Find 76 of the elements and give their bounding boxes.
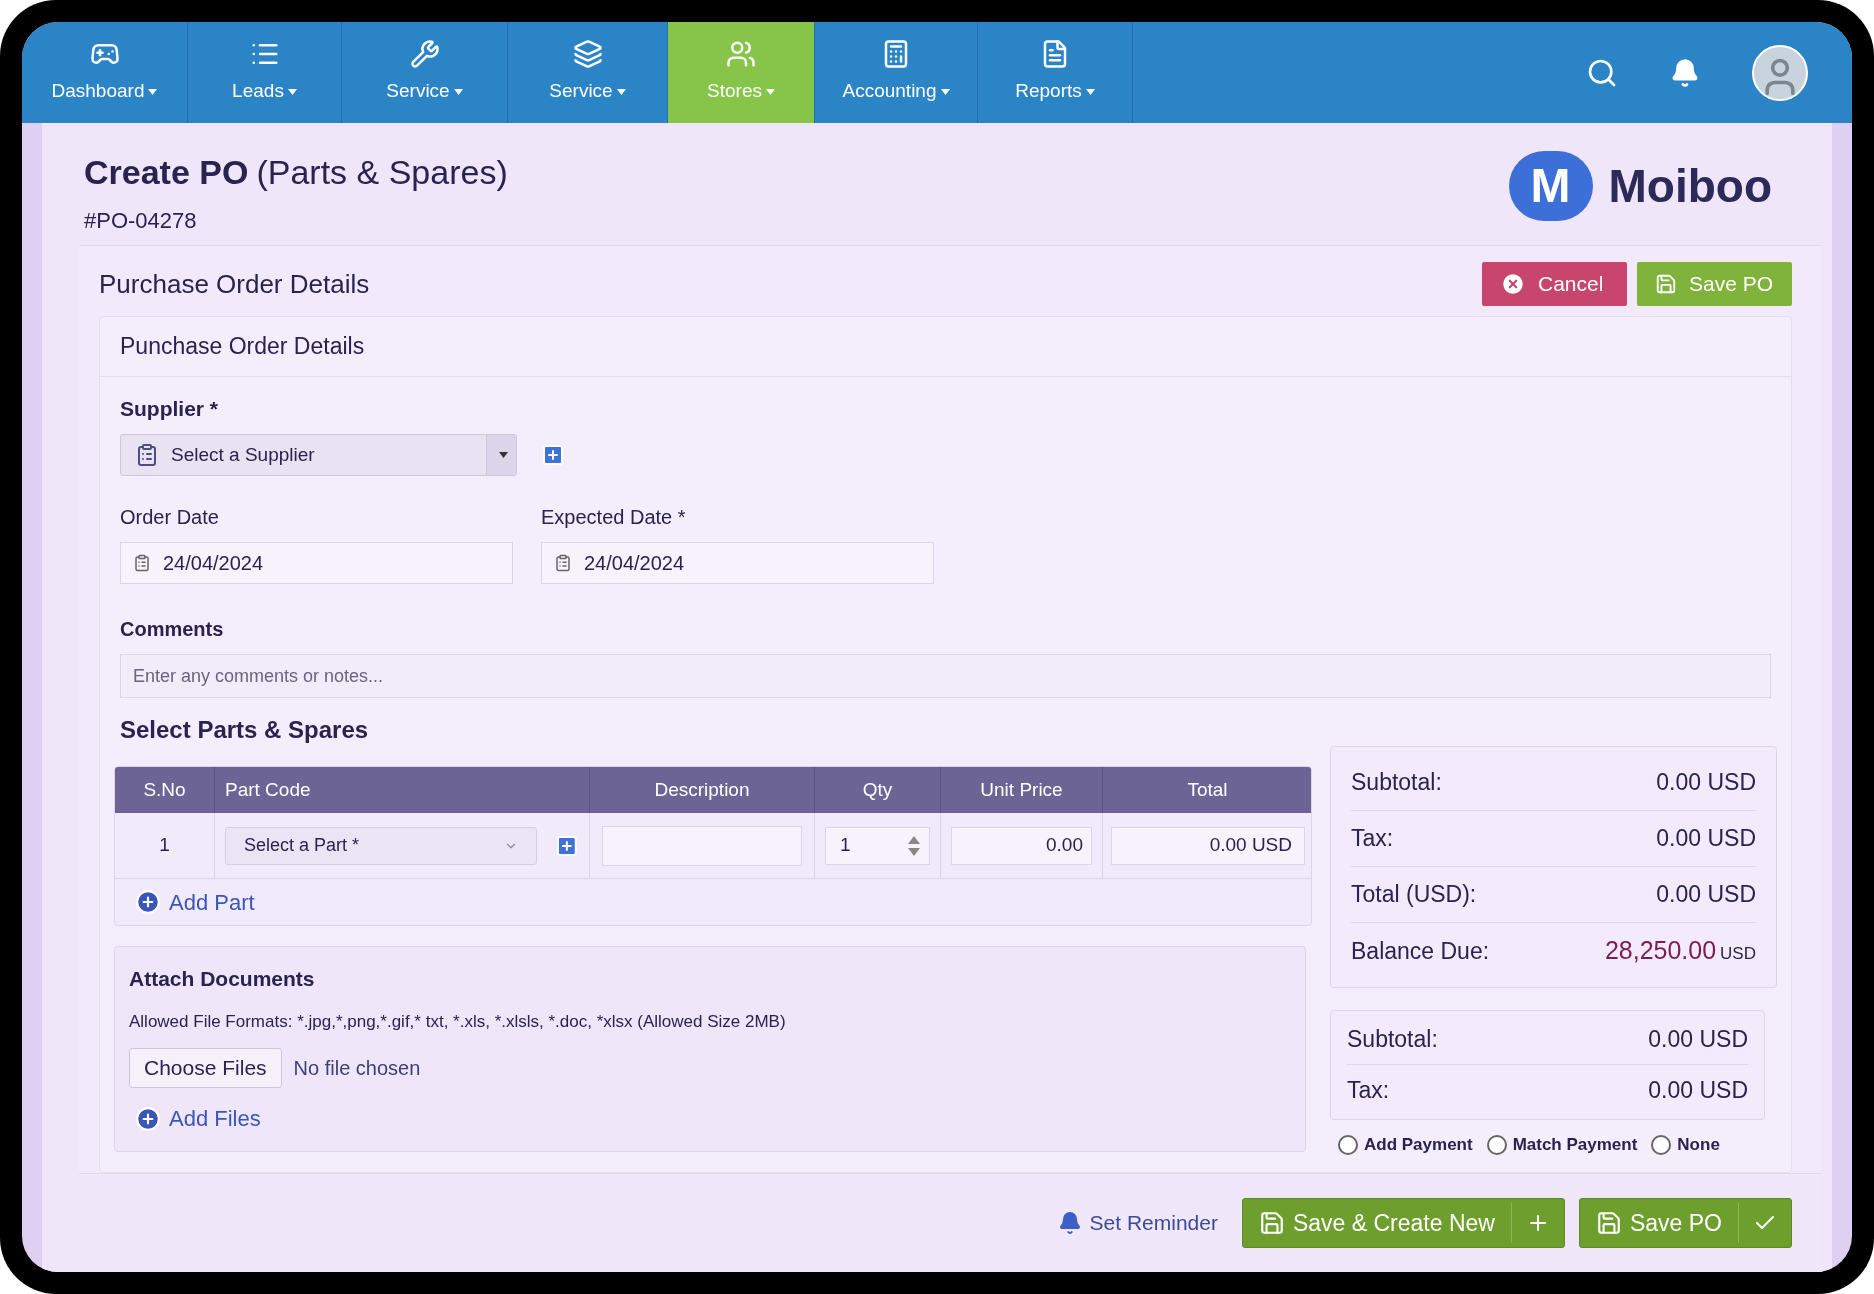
panel-title: Purchase Order Details (99, 267, 370, 301)
add-icon[interactable] (541, 443, 565, 467)
total-label: Subtotal: (1351, 768, 1442, 798)
total-field[interactable]: 0.00 USD (1111, 826, 1305, 865)
part-select[interactable]: Select a Part * (225, 826, 538, 865)
date-field[interactable]: 24/04/2024 (541, 542, 934, 584)
column-header: Description (590, 767, 815, 813)
page-subtitle: (Parts & Spares) (256, 152, 508, 193)
total-label: Subtotal: (1347, 1025, 1438, 1055)
payment-radio[interactable]: Match Payment (1486, 1132, 1638, 1158)
total-value: 0.00 USD (1648, 1075, 1748, 1105)
wrench-icon (409, 39, 440, 70)
total-value: 0.00 USD (1656, 880, 1756, 910)
add-icon[interactable] (555, 833, 579, 858)
add-icon (135, 889, 161, 915)
total-value: 0.00 USD (1656, 824, 1756, 854)
total-value: 0.00 USD (1656, 768, 1756, 798)
comments-label: Comments (120, 617, 225, 642)
set-reminder-link[interactable]: Set Reminder (1057, 1207, 1218, 1239)
caret-icon (765, 88, 775, 95)
calendar-icon (133, 554, 151, 572)
dropdown-toggle[interactable] (486, 435, 516, 475)
caret-icon (453, 88, 463, 95)
section-title: Select Parts & Spares (120, 715, 370, 745)
total-label: Tax: (1347, 1075, 1390, 1105)
cancel-button[interactable]: Cancel (1482, 262, 1627, 306)
date-label: Order Date (120, 505, 220, 530)
add-icon (135, 1105, 161, 1132)
caret-icon (1085, 88, 1095, 95)
caret-icon (616, 88, 626, 95)
payment-radio[interactable]: None (1651, 1132, 1720, 1158)
unit-price-field[interactable]: 0.00 (951, 826, 1092, 865)
date-field[interactable]: 24/04/2024 (120, 542, 513, 584)
total-label: Balance Due: (1351, 936, 1490, 966)
add-files-link[interactable]: Add Files (129, 1102, 1291, 1135)
choose-files-button[interactable]: Choose Files (129, 1048, 282, 1088)
quantity-stepper[interactable]: 1 (825, 826, 930, 865)
caret-icon (499, 452, 508, 458)
page-title: Create PO (84, 152, 249, 193)
total-value: 0.00 USD (1648, 1025, 1748, 1055)
attach-title: Attach Documents (129, 966, 316, 992)
caret-icon (287, 88, 297, 95)
close-icon (1500, 271, 1526, 297)
total-label: Tax: (1351, 824, 1394, 854)
logo-mark: M (1508, 151, 1593, 221)
save-button[interactable]: Save & Create New (1241, 1198, 1565, 1248)
column-header: Part Code (215, 767, 590, 813)
file-status: No file chosen (293, 1056, 421, 1081)
column-header: Unit Price (941, 767, 1103, 813)
layers-icon (572, 39, 603, 70)
card-title: Punchase Order Details (100, 317, 1791, 377)
bell-icon (1057, 1211, 1082, 1235)
avatar[interactable] (1752, 44, 1808, 101)
supplier-input: Select a Supplier (171, 440, 486, 470)
calendar-icon (554, 554, 572, 572)
table-cell: 1 (115, 813, 215, 878)
total-label: Total (USD): (1351, 880, 1477, 910)
column-header: Qty (815, 767, 941, 813)
notification-bell-icon[interactable] (1670, 57, 1700, 88)
balance-amount: 28,250.00 (1604, 935, 1717, 967)
column-header: Total (1103, 767, 1311, 813)
column-header: S.No (115, 767, 215, 813)
caret-icon (148, 88, 158, 95)
po-number: #PO-04278 (84, 207, 198, 235)
currency-label: USD (1720, 943, 1756, 966)
logo-name: Moiboo (1608, 158, 1772, 214)
date-label: Expected Date * (541, 505, 687, 530)
save-button[interactable]: Save PO (1578, 1198, 1792, 1248)
caret-icon (940, 88, 950, 95)
supplier-select[interactable]: Select a Supplier (120, 434, 517, 476)
add-part-link[interactable]: Add Part (115, 879, 255, 925)
payment-radio[interactable]: Add Payment (1338, 1132, 1473, 1158)
description-field[interactable] (602, 825, 802, 866)
comments-field[interactable]: Enter any comments or notes... (120, 654, 1771, 698)
supplier-label: Supplier * (120, 395, 220, 422)
allowed-formats-text: Allowed File Formats: *.jpg,*,png,*.gif,* txt, *.xls, *.xlsls, *.doc, *xlsx (Allowed Size 2MB) (129, 1010, 787, 1033)
